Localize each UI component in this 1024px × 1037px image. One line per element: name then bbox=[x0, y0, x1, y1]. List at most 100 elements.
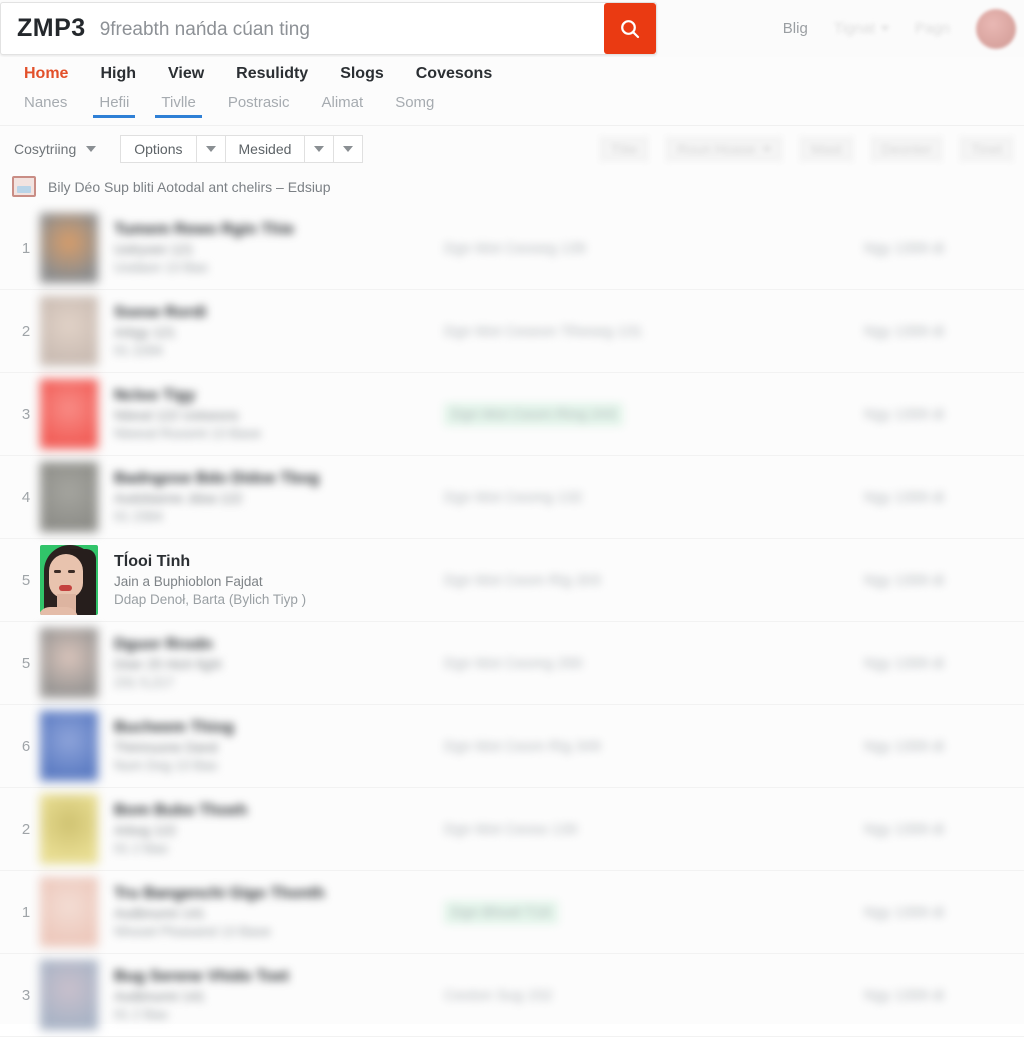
row-rank: 4 bbox=[21, 488, 31, 506]
row-right-column: Ngy 1399 di bbox=[864, 820, 945, 838]
row-info: Dguor Rrodn Dóer 25 Hich fighl 231 5,217 bbox=[114, 636, 444, 690]
row-title[interactable]: Tru Bangenchi Gigo Thonth bbox=[114, 885, 444, 903]
search-input[interactable]: 9freabth nańda cúan ting bbox=[100, 17, 604, 41]
row-info: Tru Bangenchi Gigo Thonth Aodbnunni 141 Nh… bbox=[114, 885, 444, 939]
row-title[interactable]: Tumem Rewo Rgin Thie bbox=[114, 221, 444, 239]
row-mid-column: Dgn Mot Ceoso 130 bbox=[444, 821, 864, 838]
filter-toolbar: Cosytriing Options Mesided Tlite Roun Ho… bbox=[0, 126, 1024, 172]
row-subtitle: Arbog 122 bbox=[114, 823, 177, 838]
portrait-face bbox=[49, 554, 83, 598]
row-right-column: Ngy 1399 di bbox=[864, 654, 945, 672]
nav-item-home[interactable]: Home bbox=[24, 65, 68, 83]
table-row[interactable]: 5 Tĺooi Tinh Jain a Buphioblon Fajdat Ddap … bbox=[0, 539, 1024, 622]
row-title[interactable]: Ssese Rordi bbox=[114, 304, 444, 322]
row-title[interactable]: Bucheem Thiog bbox=[114, 719, 444, 737]
row-thumbnail[interactable] bbox=[40, 711, 98, 781]
row-meta: Uodaon 13 Bao bbox=[114, 260, 208, 275]
row-rank: 5 bbox=[21, 654, 31, 672]
row-thumbnail[interactable] bbox=[40, 545, 98, 615]
row-rank: 3 bbox=[21, 405, 31, 423]
notice-text: Bily Déo Sup bliti Aotodal ant chelirs –… bbox=[48, 178, 331, 195]
row-rank: 2 bbox=[21, 820, 31, 838]
row-title[interactable]: Dguor Rrodn bbox=[114, 636, 444, 654]
row-info: Bug Serene Vhido Toet Aodbnunni 141 01 2 B… bbox=[114, 968, 444, 1022]
row-thumbnail[interactable] bbox=[40, 960, 98, 1030]
search-bar[interactable]: ZMP3 9freabth nańda cúan ting bbox=[0, 2, 657, 55]
toolbar-item-tlite[interactable]: Tlite bbox=[598, 136, 650, 162]
options-button[interactable]: Options bbox=[120, 135, 196, 163]
app-logo[interactable]: ZMP3 bbox=[1, 14, 100, 43]
table-row[interactable]: 2 Bom Bubo Thoeh Arbog 122 01 2 Bao Dgn Mot … bbox=[0, 788, 1024, 871]
row-meta: Nhooel Ploasand 13 Baoe bbox=[114, 924, 271, 939]
nav-item-slogs[interactable]: Slogs bbox=[340, 65, 384, 83]
nav-item-resulidty[interactable]: Resulidty bbox=[236, 65, 308, 83]
row-mid-column: Dgn Mot Ceom Ring 243 bbox=[444, 402, 864, 426]
row-thumbnail[interactable] bbox=[40, 877, 98, 947]
table-row[interactable]: 3 Bug Serene Vhido Toet Aodbnunni 141 01 2 … bbox=[0, 954, 1024, 1037]
table-row[interactable]: 5 Dguor Rrodn Dóer 25 Hich fighl 231 5,217 D… bbox=[0, 622, 1024, 705]
row-subtitle: Thimnuone Dand bbox=[114, 740, 218, 755]
row-thumbnail[interactable] bbox=[40, 462, 98, 532]
row-mid-value: Dgn Bhoel T16 bbox=[444, 900, 558, 924]
portrait-shoulder bbox=[40, 607, 78, 615]
nav-subitem-tivlle[interactable]: Tivlle bbox=[155, 94, 203, 118]
row-mid-value: Dgn Mot Ceom Ring 243 bbox=[444, 402, 624, 426]
nav-item-view[interactable]: View bbox=[168, 65, 204, 83]
row-mid-value: Dgn Mot Ceoseg 139 bbox=[444, 239, 586, 257]
table-row[interactable]: 1 Tumem Rewo Rgin Thie Uolryven 121 Uodaon … bbox=[0, 207, 1024, 290]
options-dropdown-button[interactable] bbox=[195, 135, 225, 163]
row-right-column: Ngy 1399 di bbox=[864, 986, 945, 1004]
nav-subitem-postrasic[interactable]: Postrasic bbox=[228, 94, 290, 118]
row-mid-value: Ceoton Sug 152 bbox=[444, 986, 553, 1004]
row-subtitle: Nitesd 122 Uoloesns bbox=[114, 408, 239, 423]
row-title[interactable]: Ncloo Tigy bbox=[114, 387, 444, 405]
row-info: Bom Bubo Thoeh Arbog 122 01 2 Bao bbox=[114, 802, 444, 856]
table-row[interactable]: 6 Bucheem Thiog Thimnuone Dand Num Dog 13 B… bbox=[0, 705, 1024, 788]
chevron-down-icon bbox=[205, 146, 216, 152]
search-icon bbox=[618, 17, 642, 41]
header-link-blig[interactable]: Blig bbox=[783, 20, 808, 37]
row-info: Tumem Rewo Rgin Thie Uolryven 121 Uodaon 1… bbox=[114, 221, 444, 275]
sort-dropdown[interactable]: Cosytriing bbox=[8, 141, 102, 157]
row-subtitle: Jain a Buphioblon Fajdat bbox=[114, 574, 263, 589]
row-title[interactable]: Badngose Bdo Didoe Tbog bbox=[114, 470, 444, 488]
toolbar-item-roun-hoase[interactable]: Roun Hoase bbox=[665, 136, 784, 162]
header-dropdown-tignat[interactable]: Tignat bbox=[834, 20, 889, 37]
search-button[interactable] bbox=[604, 3, 656, 54]
mesided-dropdown-button[interactable] bbox=[304, 135, 334, 163]
row-title[interactable]: Bom Bubo Thoeh bbox=[114, 802, 444, 820]
row-title[interactable]: Tĺooi Tinh bbox=[114, 553, 444, 571]
toolbar-item-tinet[interactable]: Tinet bbox=[959, 136, 1014, 162]
row-thumbnail[interactable] bbox=[40, 213, 98, 283]
nav-subitem-somg[interactable]: Somg bbox=[395, 94, 434, 118]
row-subtitle: Arbgy 121 bbox=[114, 325, 176, 340]
header-link-pagn[interactable]: Pagn bbox=[915, 20, 950, 37]
table-row[interactable]: 2 Ssese Rordi Arbgy 121 01 2284 Dgn Mot Cese… bbox=[0, 290, 1024, 373]
table-row[interactable]: 4 Badngose Bdo Didoe Tbog Aodobanne Jdoa 1… bbox=[0, 456, 1024, 539]
row-meta: Nteesd Roosmt 13 Baoe bbox=[114, 426, 262, 441]
toolbar-item-deonter[interactable]: Deonter bbox=[869, 136, 944, 162]
nav-subitem-nanes[interactable]: Nanes bbox=[24, 94, 67, 118]
toolbar-item-label: Roun Hoase bbox=[677, 141, 756, 157]
avatar[interactable] bbox=[976, 8, 1016, 49]
toolbar-item-mast[interactable]: Mast bbox=[799, 136, 854, 162]
more-dropdown-button[interactable] bbox=[333, 135, 364, 163]
row-right-column: Ngy 1399 di bbox=[864, 488, 945, 506]
row-thumbnail[interactable] bbox=[40, 379, 98, 449]
row-rank: 3 bbox=[21, 986, 31, 1004]
row-thumbnail[interactable] bbox=[40, 794, 98, 864]
toolbar-right-group: Tlite Roun Hoase Mast Deonter Tinet bbox=[598, 136, 1014, 162]
table-row[interactable]: 1 Tru Bangenchi Gigo Thonth Aodbnunni 141 N… bbox=[0, 871, 1024, 954]
table-row[interactable]: 3 Ncloo Tigy Nitesd 122 Uoloesns Nteesd Roo… bbox=[0, 373, 1024, 456]
image-icon bbox=[12, 176, 36, 197]
mesided-button[interactable]: Mesided bbox=[224, 135, 305, 163]
row-thumbnail[interactable] bbox=[40, 296, 98, 366]
nav-subitem-alimat[interactable]: Alimat bbox=[322, 94, 364, 118]
row-thumbnail[interactable] bbox=[40, 628, 98, 698]
nav-item-covesons[interactable]: Covesons bbox=[416, 65, 492, 83]
row-mid-value: Dgn Mot Ceom Rig 203 bbox=[444, 571, 601, 589]
nav-item-high[interactable]: High bbox=[100, 65, 136, 83]
nav-subitem-hefii[interactable]: Hefii bbox=[93, 94, 136, 118]
row-title[interactable]: Bug Serene Vhido Toet bbox=[114, 968, 444, 986]
row-mid-column: Dgn Mot Ceom Rig 349 bbox=[444, 738, 864, 755]
